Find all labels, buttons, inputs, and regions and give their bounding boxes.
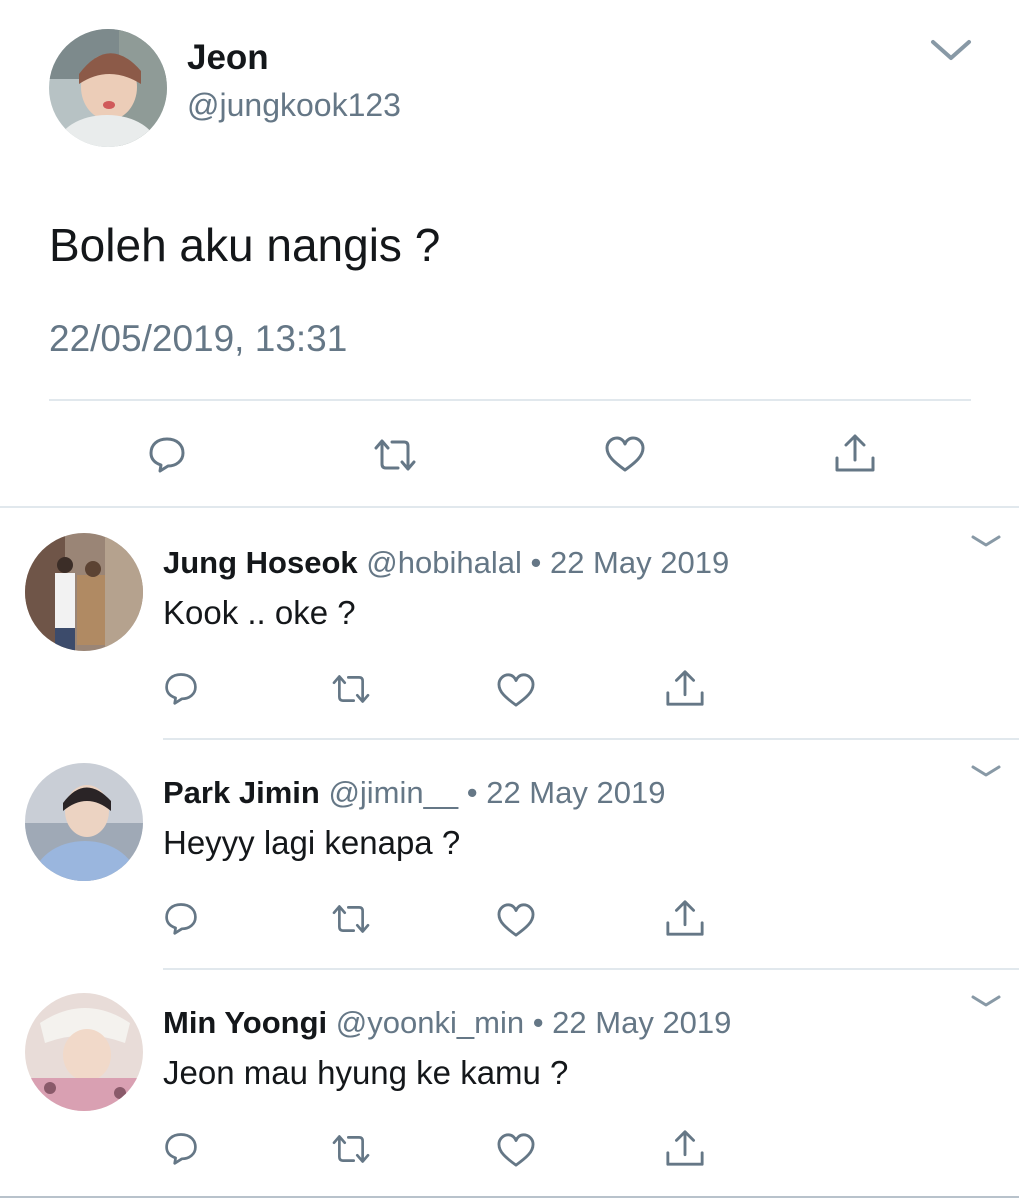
chevron-down-icon[interactable] <box>970 763 1002 779</box>
chevron-down-icon[interactable] <box>970 533 1002 549</box>
reply-icon[interactable] <box>163 670 199 706</box>
reply-display-name[interactable]: Min Yoongi <box>163 1005 327 1040</box>
retweet-icon[interactable] <box>328 672 374 706</box>
divider <box>49 399 971 401</box>
reply-icon[interactable] <box>163 900 199 936</box>
avatar-jeon[interactable] <box>49 29 167 147</box>
tweet-text: Boleh aku nangis ? <box>49 219 441 271</box>
retweet-icon[interactable] <box>328 902 374 936</box>
reply-icon[interactable] <box>147 434 187 474</box>
tweet-display-name[interactable]: Jeon <box>187 38 269 78</box>
avatar-hoseok[interactable] <box>25 533 143 651</box>
reply-date[interactable]: • 22 May 2019 <box>467 775 666 810</box>
reply-display-name[interactable]: Jung Hoseok <box>163 545 358 580</box>
reply-date[interactable]: • 22 May 2019 <box>533 1005 732 1040</box>
tweet-handle[interactable]: @jungkook123 <box>187 87 401 124</box>
reply-icon[interactable] <box>163 1130 199 1166</box>
reply-handle[interactable]: @jimin__ <box>328 775 458 810</box>
tweet-timestamp[interactable]: 22/05/2019, 13:31 <box>49 318 347 360</box>
retweet-icon[interactable] <box>370 436 420 474</box>
divider <box>163 968 1019 970</box>
reply-handle[interactable]: @yoonki_min <box>336 1005 524 1040</box>
reply-text: Heyyy lagi kenapa ? <box>163 824 461 861</box>
share-icon[interactable] <box>664 1128 706 1168</box>
heart-icon[interactable] <box>496 672 536 708</box>
divider <box>163 738 1019 740</box>
share-icon[interactable] <box>833 432 877 474</box>
share-icon[interactable] <box>664 668 706 708</box>
avatar-jimin[interactable] <box>25 763 143 881</box>
retweet-icon[interactable] <box>328 1132 374 1166</box>
share-icon[interactable] <box>664 898 706 938</box>
chevron-down-icon[interactable] <box>930 38 972 62</box>
divider <box>0 506 1019 508</box>
reply-handle[interactable]: @hobihalal <box>366 545 522 580</box>
chevron-down-icon[interactable] <box>970 993 1002 1009</box>
reply-display-name[interactable]: Park Jimin <box>163 775 320 810</box>
heart-icon[interactable] <box>496 1132 536 1168</box>
reply-text: Jeon mau hyung ke kamu ? <box>163 1054 569 1091</box>
avatar-yoongi[interactable] <box>25 993 143 1111</box>
heart-icon[interactable] <box>604 435 646 473</box>
reply-text: Kook .. oke ? <box>163 594 356 631</box>
reply-date[interactable]: • 22 May 2019 <box>530 545 729 580</box>
heart-icon[interactable] <box>496 902 536 938</box>
divider <box>0 1196 1019 1198</box>
